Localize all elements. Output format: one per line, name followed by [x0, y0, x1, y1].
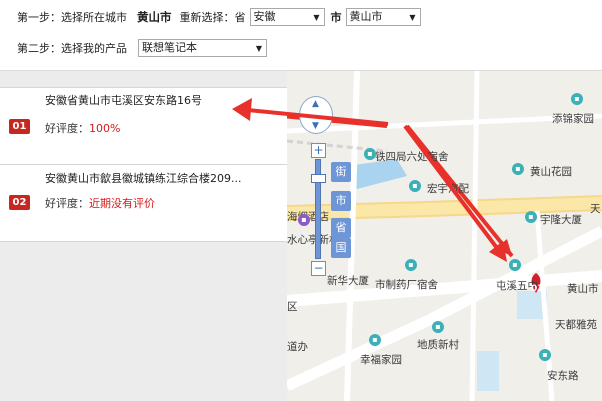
annotation-arrows — [232, 98, 507, 262]
